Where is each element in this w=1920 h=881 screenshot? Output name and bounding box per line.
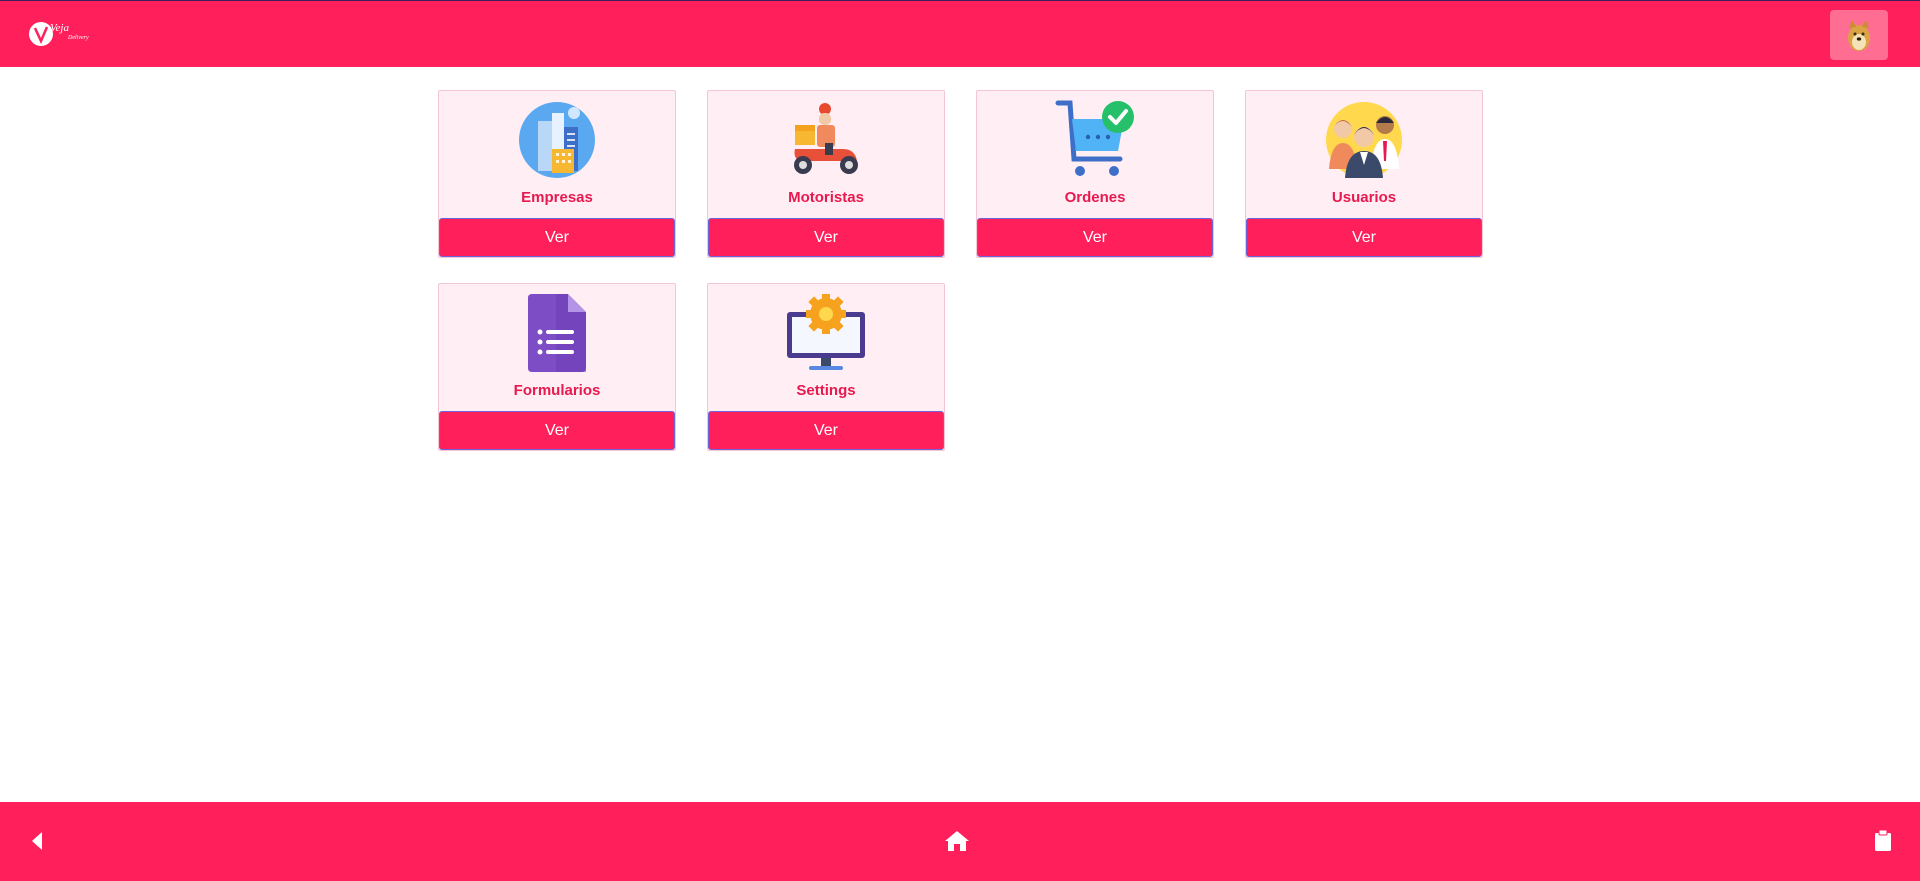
form-document-icon bbox=[528, 294, 586, 372]
ver-button-empresas[interactable]: Ver bbox=[439, 218, 675, 257]
doge-avatar-icon bbox=[1848, 20, 1870, 51]
back-button[interactable] bbox=[24, 828, 50, 854]
ver-button-settings[interactable]: Ver bbox=[708, 411, 944, 450]
clipboard-icon bbox=[1875, 830, 1891, 851]
ver-button-motoristas[interactable]: Ver bbox=[708, 218, 944, 257]
card-motoristas: Motoristas Ver bbox=[707, 90, 945, 258]
card-label: Ordenes bbox=[1064, 189, 1126, 206]
shopping-cart-check-icon bbox=[1055, 100, 1134, 176]
bottom-nav-bar bbox=[0, 802, 1920, 881]
home-icon bbox=[945, 831, 969, 851]
users-group-icon bbox=[1326, 102, 1402, 178]
clipboard-button[interactable] bbox=[1872, 828, 1894, 854]
logo-text: Veja bbox=[50, 22, 69, 34]
card-formularios: Formularios Ver bbox=[438, 283, 676, 451]
card-empresas: Empresas Ver bbox=[438, 90, 676, 258]
card-label: Empresas bbox=[521, 189, 593, 206]
card-usuarios: Usuarios Ver bbox=[1245, 90, 1483, 258]
logo-subtext: Delivery bbox=[68, 35, 89, 41]
user-avatar-button[interactable] bbox=[1830, 10, 1888, 60]
delivery-scooter-icon bbox=[794, 103, 858, 174]
ver-button-formularios[interactable]: Ver bbox=[439, 411, 675, 450]
card-ordenes: Ordenes Ver bbox=[976, 90, 1214, 258]
home-button[interactable] bbox=[943, 828, 971, 854]
app-logo[interactable]: Veja Delivery bbox=[28, 21, 98, 51]
card-label: Formularios bbox=[513, 382, 601, 399]
card-label: Motoristas bbox=[788, 189, 864, 206]
buildings-icon bbox=[519, 102, 595, 178]
ver-button-usuarios[interactable]: Ver bbox=[1246, 218, 1482, 257]
back-arrow-icon bbox=[32, 832, 42, 850]
monitor-gear-icon bbox=[787, 294, 865, 370]
card-settings: Settings Ver bbox=[707, 283, 945, 451]
menu-grid: Empresas Ver Motoristas Ver Ordenes Ver … bbox=[438, 90, 1483, 451]
top-bar: Veja Delivery bbox=[0, 0, 1920, 67]
card-label: Settings bbox=[796, 382, 856, 399]
card-label: Usuarios bbox=[1331, 189, 1397, 206]
ver-button-ordenes[interactable]: Ver bbox=[977, 218, 1213, 257]
